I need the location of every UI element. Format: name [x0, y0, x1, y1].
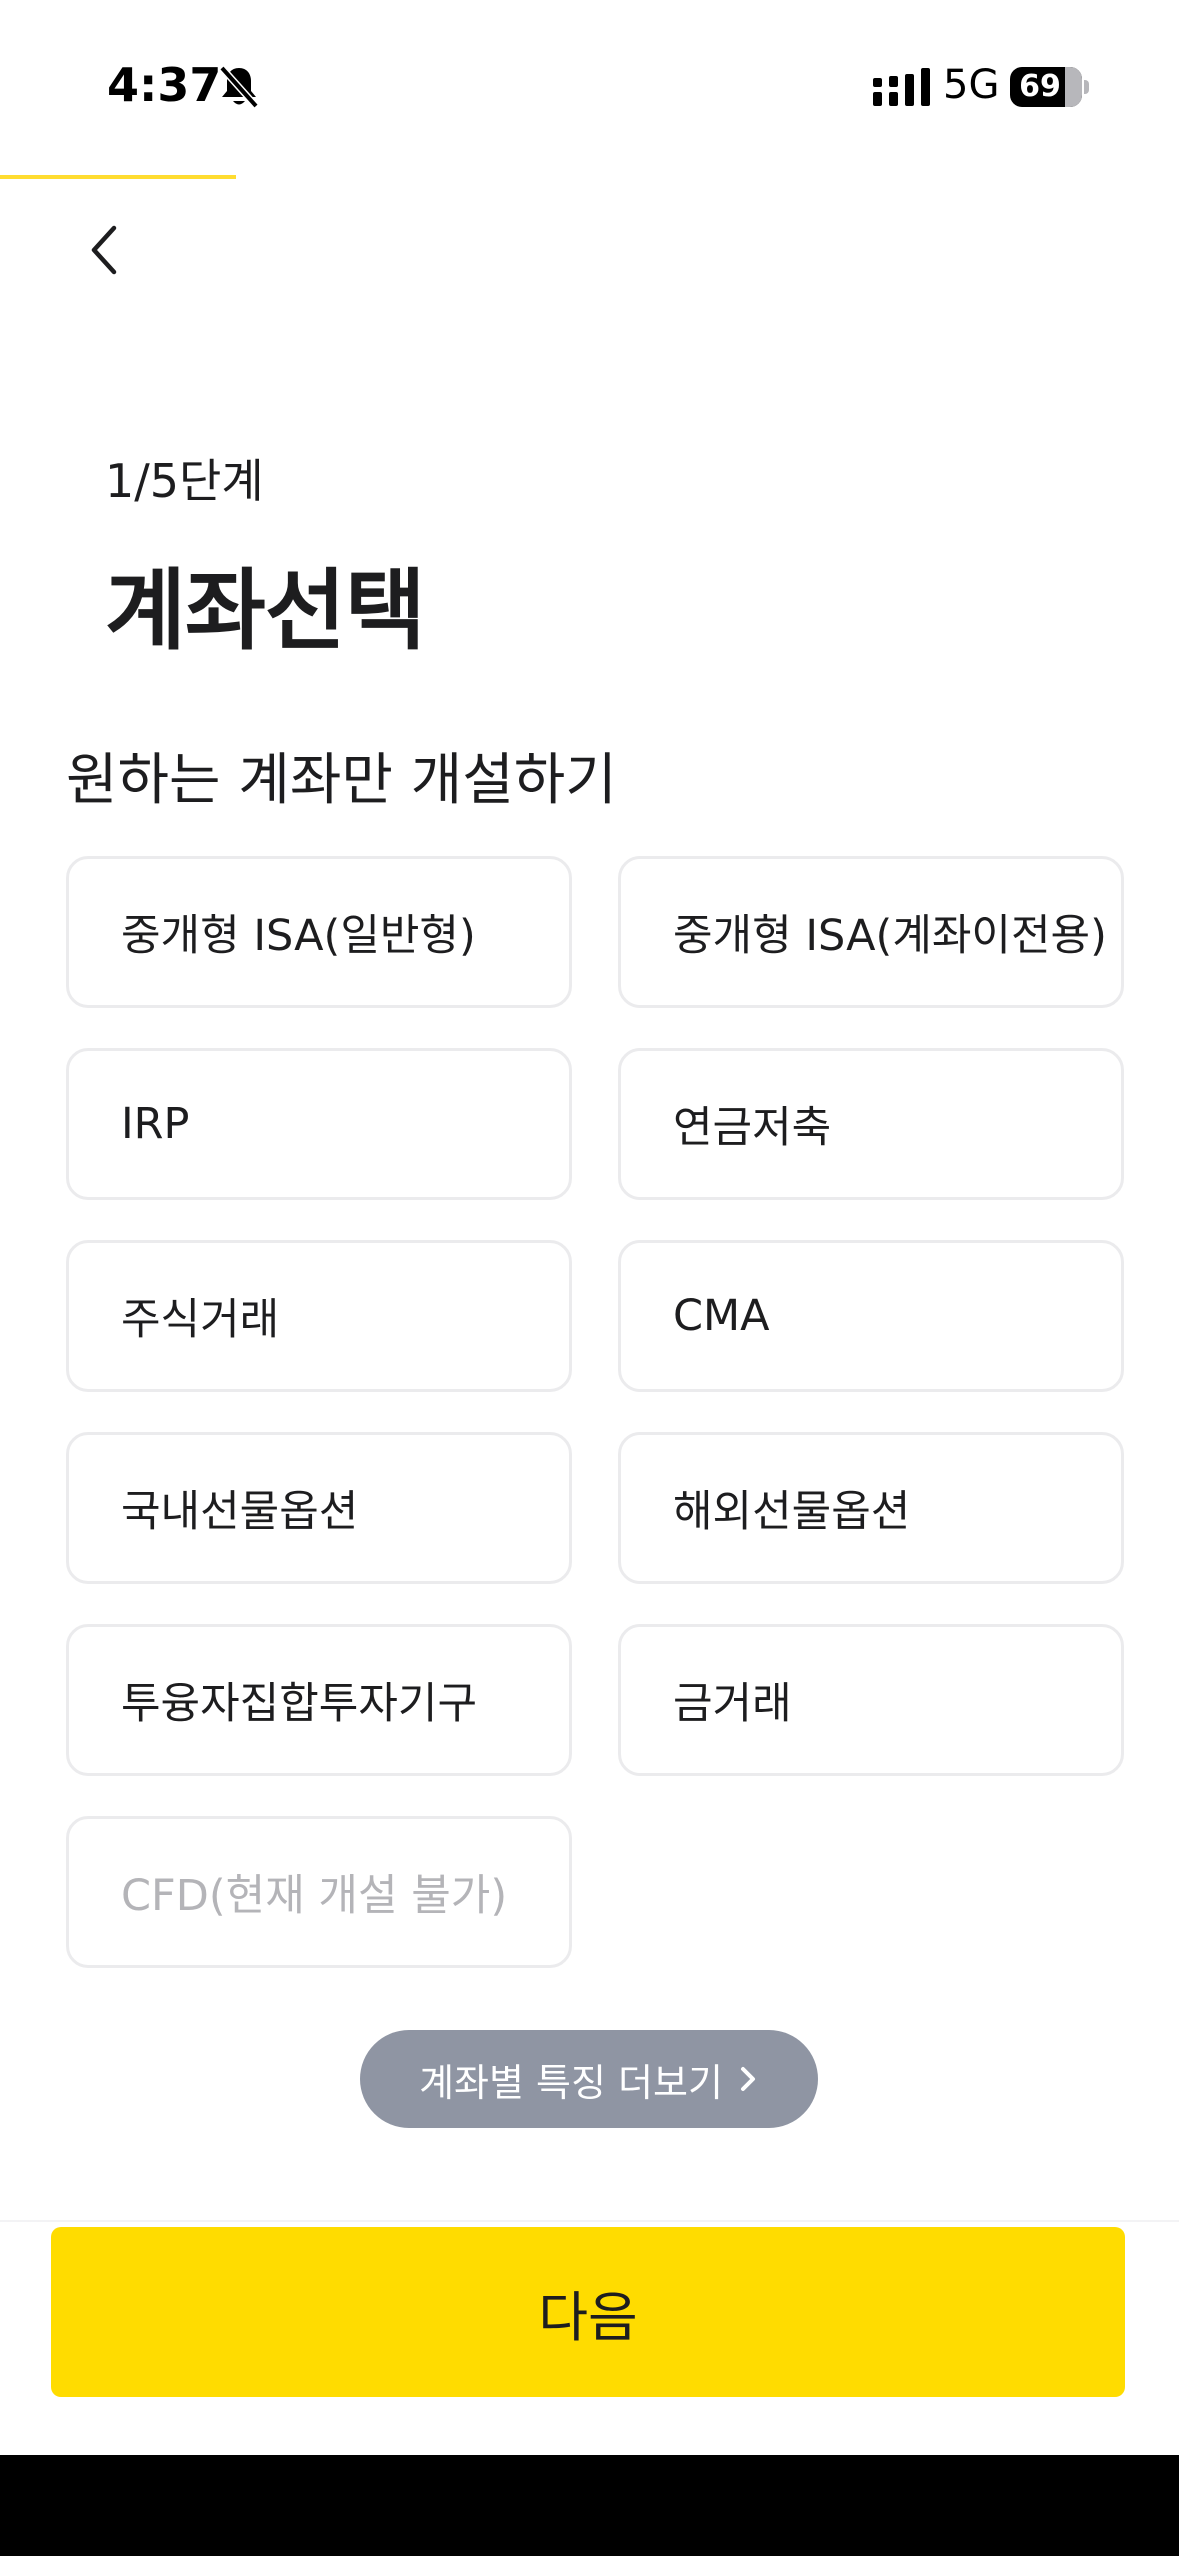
account-option[interactable]: 중개형 ISA(계좌이전용) [618, 856, 1124, 1008]
step-label: 1/5단계 [105, 454, 264, 508]
next-button[interactable]: 다음 [51, 2227, 1125, 2397]
signal-icon [873, 68, 930, 106]
account-option[interactable]: 금거래 [618, 1624, 1124, 1776]
chevron-right-icon [740, 2067, 755, 2091]
status-time: 4:37 [107, 58, 222, 112]
account-option[interactable]: 국내선물옵션 [66, 1432, 572, 1584]
bottom-divider [0, 2220, 1179, 2222]
account-option[interactable]: 주식거래 [66, 1240, 572, 1392]
page-title: 계좌선택 [105, 559, 426, 662]
back-button[interactable] [80, 220, 130, 280]
chevron-left-icon [91, 225, 117, 275]
account-select-screen: 4:37 5G 69 1/5단계 계좌선택 원하는 계좌만 개설하기 중개형 I… [0, 0, 1179, 2556]
section-title: 원하는 계좌만 개설하기 [66, 748, 617, 813]
status-bar: 4:37 5G 69 [0, 0, 1179, 175]
step-progress-fill [0, 175, 236, 179]
step-progress-bar [0, 175, 1179, 179]
battery-percent: 69 [1019, 69, 1061, 104]
more-features-button[interactable]: 계좌별 특징 더보기 [360, 2030, 818, 2128]
account-option[interactable]: 해외선물옵션 [618, 1432, 1124, 1584]
account-option[interactable]: IRP [66, 1048, 572, 1200]
bell-slash-icon [219, 65, 259, 109]
next-button-label: 다음 [538, 2285, 638, 2349]
account-option[interactable]: 연금저축 [618, 1048, 1124, 1200]
account-option[interactable]: CMA [618, 1240, 1124, 1392]
battery-icon: 69 [1010, 67, 1082, 107]
account-option[interactable]: 투융자집합투자기구 [66, 1624, 572, 1776]
more-features-label: 계좌별 특징 더보기 [419, 2060, 723, 2105]
network-type: 5G [943, 62, 1000, 108]
home-indicator-area [0, 2455, 1179, 2556]
battery-tip [1084, 80, 1089, 94]
account-option: CFD(현재 개설 불가) [66, 1816, 572, 1968]
account-option[interactable]: 중개형 ISA(일반형) [66, 856, 572, 1008]
